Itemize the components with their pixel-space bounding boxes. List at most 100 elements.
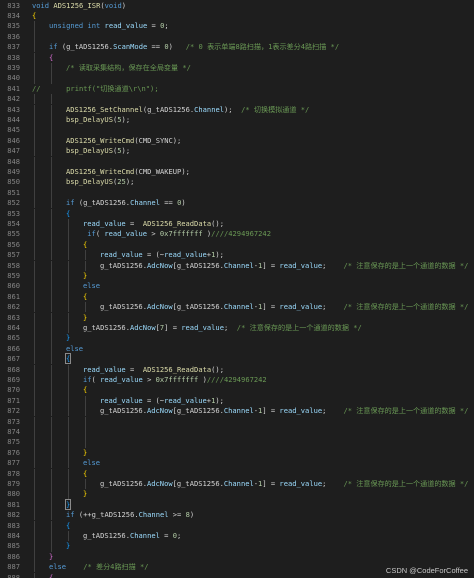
code-line[interactable]: 846 ADS1256_WriteCmd(CMD_SYNC); bbox=[0, 135, 474, 147]
code-line[interactable]: 857 read_value = (~read_value+1); bbox=[0, 250, 474, 261]
code-token: [g_tADS1256. bbox=[172, 260, 224, 270]
code-line[interactable]: 833 void ADS1256_ISR(void) bbox=[0, 1, 474, 11]
code-line[interactable]: 865} bbox=[0, 333, 474, 344]
code-line[interactable]: 881} bbox=[0, 498, 474, 511]
code-token: g_tADS1256. bbox=[100, 302, 147, 312]
code-token: if bbox=[83, 374, 92, 384]
code-line[interactable]: 871 read_value = (~read_value+1); bbox=[0, 395, 474, 407]
code-editor[interactable]: 833 void ADS1256_ISR(void) 834{835 unsigned… bbox=[0, 0, 474, 578]
code-token: read_value bbox=[100, 250, 143, 260]
code-line[interactable]: 847 bsp_DelayUS(5); bbox=[0, 146, 474, 157]
code-token: >= bbox=[168, 510, 186, 520]
line-code: void ADS1256_ISR(void) bbox=[32, 1, 126, 11]
indent-guide bbox=[68, 385, 69, 396]
code-line[interactable]: 873 bbox=[0, 416, 474, 427]
code-line[interactable]: 862 g_tADS1256.AdcNow[g_tADS1256.Channel-… bbox=[0, 302, 474, 313]
code-line[interactable]: 852 if (g_tADS1256.Channel == 0) bbox=[0, 198, 474, 209]
line-number: 847 bbox=[7, 146, 20, 156]
code-line[interactable]: 835 unsigned int read_value = 0; bbox=[0, 21, 474, 32]
code-line[interactable]: 853 { bbox=[0, 208, 474, 219]
code-line[interactable]: 875 bbox=[0, 437, 474, 448]
indent-guide bbox=[51, 458, 52, 469]
indent-guide bbox=[68, 364, 69, 375]
code-line[interactable]: 839 /* 读取采集结构，保存在全局变量 */ bbox=[0, 62, 474, 74]
code-line[interactable]: 863} bbox=[0, 312, 474, 323]
code-line[interactable]: 854 read_value = ADS1256_ReadData(); bbox=[0, 218, 474, 230]
code-line[interactable]: 849 ADS1256_WriteCmd(CMD_WAKEUP); bbox=[0, 166, 474, 178]
code-token: Channel bbox=[223, 478, 254, 488]
code-token: read_value bbox=[104, 21, 148, 31]
code-line[interactable]: 855 if( read_value > 0x7fffffff )////429… bbox=[0, 229, 474, 240]
indent-guide bbox=[34, 510, 35, 521]
code-line[interactable]: 880} bbox=[0, 489, 474, 500]
indent-guide bbox=[51, 250, 52, 261]
indent-guide bbox=[51, 198, 52, 209]
code-line[interactable]: 867 { bbox=[0, 353, 474, 365]
code-line[interactable]: 860 else bbox=[0, 281, 474, 292]
code-line[interactable]: 837 if (g_tADS1256.ScanMode == 0) /* 0 表示… bbox=[0, 42, 474, 53]
code-token: ; bbox=[322, 406, 344, 416]
code-line[interactable]: 859} bbox=[0, 270, 474, 282]
code-line[interactable]: 864 g_tADS1256.AdcNow[7] = read_value; /*… bbox=[0, 322, 474, 334]
code-line[interactable]: 879 g_tADS1256.AdcNow[g_tADS1256.Channel-… bbox=[0, 478, 474, 490]
code-line[interactable]: 876} bbox=[0, 447, 474, 459]
code-token: = (~ bbox=[142, 250, 165, 260]
code-line[interactable]: 851 bbox=[0, 187, 474, 199]
code-line[interactable]: 848 bbox=[0, 156, 474, 167]
code-token: } bbox=[83, 270, 88, 280]
code-line[interactable]: 850 bsp_DelayUS(25); bbox=[0, 177, 474, 188]
line-number: 860 bbox=[7, 281, 20, 291]
line-number: 868 bbox=[7, 364, 20, 374]
line-code: } bbox=[66, 541, 70, 551]
code-line[interactable]: 878 { bbox=[0, 468, 474, 479]
line-code: { bbox=[83, 469, 87, 479]
code-line[interactable]: 842 bbox=[0, 94, 474, 105]
code-token: } bbox=[83, 489, 88, 499]
indent-guide bbox=[68, 426, 69, 438]
code-token: (CMD_SYNC); bbox=[134, 135, 182, 145]
code-line[interactable]: 856 { bbox=[0, 239, 474, 251]
code-line[interactable]: 884 g_tADS1256.Channel = 0; bbox=[0, 530, 474, 542]
code-line[interactable]: 834 { bbox=[0, 11, 474, 21]
indent-guide bbox=[34, 166, 35, 178]
code-token: { bbox=[49, 572, 54, 578]
code-line[interactable]: 844 bsp_DelayUS(5); bbox=[0, 114, 474, 126]
code-line[interactable]: 869 if( read_value > 0x7fffffff )////4294… bbox=[0, 374, 474, 386]
line-code: } bbox=[83, 313, 87, 323]
line-number: 867 bbox=[7, 354, 20, 364]
indent-guide bbox=[34, 31, 35, 43]
code-line[interactable]: 872 g_tADS1256.AdcNow[g_tADS1256.Channel-… bbox=[0, 406, 474, 417]
code-token: g_tADS1256. bbox=[83, 322, 130, 332]
line-code: } bbox=[49, 552, 53, 562]
code-token: [g_tADS1256. bbox=[172, 302, 224, 312]
code-line[interactable]: 877 else bbox=[0, 458, 474, 469]
code-line[interactable]: 886} bbox=[0, 551, 474, 563]
code-line[interactable]: 858 g_tADS1256.AdcNow[g_tADS1256.Channel-… bbox=[0, 260, 474, 271]
code-line[interactable]: 883 { bbox=[0, 520, 474, 531]
indent-guide bbox=[34, 21, 35, 32]
code-line[interactable]: 868 read_value = ADS1256_ReadData(); bbox=[0, 364, 474, 375]
code-line[interactable]: 861 { bbox=[0, 291, 474, 303]
line-code: { bbox=[66, 521, 70, 531]
line-number: 866 bbox=[7, 343, 20, 353]
code-line[interactable]: 843 ADS1256_SetChannel(g_tADS1256.Channel… bbox=[0, 104, 474, 115]
code-line[interactable]: 836 bbox=[0, 31, 474, 43]
code-line[interactable]: 841 // printf("切换通道\r\n"); bbox=[0, 84, 474, 94]
code-token: ); bbox=[125, 177, 135, 187]
line-code: g_tADS1256.AdcNow[g_tADS1256.Channel-1] … bbox=[100, 302, 468, 312]
code-line[interactable]: 845 bbox=[0, 125, 474, 136]
code-line[interactable]: 840 bbox=[0, 73, 474, 84]
indent-guide bbox=[34, 489, 35, 500]
code-line[interactable]: 874 bbox=[0, 426, 474, 438]
code-line[interactable]: 882 if (++g_tADS1256.Channel >= 8) bbox=[0, 510, 474, 521]
line-number: 874 bbox=[7, 426, 20, 436]
code-line[interactable]: 870 { bbox=[0, 385, 474, 396]
indent-guide bbox=[34, 520, 35, 531]
code-line[interactable]: 838 { bbox=[0, 52, 474, 63]
code-token: ) bbox=[202, 229, 212, 239]
indent-guide bbox=[34, 42, 35, 53]
code-line[interactable]: 885} bbox=[0, 541, 474, 552]
code-token: read_value bbox=[83, 218, 126, 228]
code-token: ADS1256_SetChannel bbox=[66, 104, 143, 114]
code-line[interactable]: 866 else bbox=[0, 343, 474, 355]
